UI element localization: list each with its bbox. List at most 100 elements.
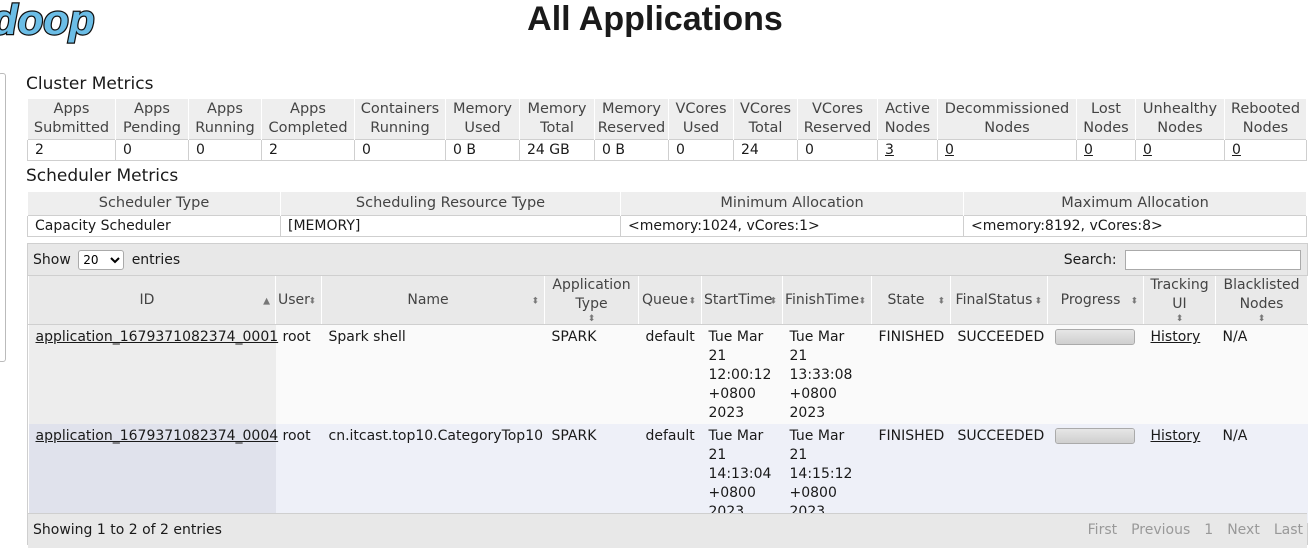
sort-asc-icon: ▲	[263, 296, 270, 307]
cm-link-rebooted-nodes[interactable]: 0	[1232, 142, 1241, 158]
finish-time-line: Tue Mar	[789, 329, 845, 345]
finish-time-line: +0800	[789, 386, 837, 402]
sort-both-icon: ⬍	[1257, 314, 1266, 324]
application-id-link[interactable]: application_1679371082374_0001	[36, 329, 279, 345]
cm-header-memory-reserved: Memory Reserved	[594, 99, 669, 140]
cm-header-apps-submitted: Apps Submitted	[27, 99, 116, 140]
sm-header-minimum-allocation: Minimum Allocation	[620, 192, 964, 216]
sort-both-icon: ⬍	[937, 296, 945, 307]
cm-link-lost-nodes[interactable]: 0	[1084, 142, 1093, 158]
sm-value-maximum-allocation: <memory:8192, vCores:8>	[963, 215, 1307, 237]
col-header-label: UI	[1172, 296, 1187, 312]
col-header-queue[interactable]: Queue ⬍	[638, 276, 702, 325]
finish-time-line: 14:15:12	[789, 466, 853, 482]
cell-tracking-ui: History	[1143, 424, 1216, 523]
progress-fill	[1055, 429, 1134, 443]
col-header-blacklisted-nodes[interactable]: Blacklisted Nodes ⬍	[1215, 276, 1308, 325]
cm-header-line: VCores	[675, 101, 727, 117]
finish-time-line: +0800	[789, 485, 837, 501]
finish-time-line: 21	[789, 447, 808, 463]
finish-time-line: 2023	[789, 405, 826, 421]
col-header-tracking-ui[interactable]: Tracking UI ⬍	[1143, 276, 1216, 325]
cm-link-unhealthy-nodes[interactable]: 0	[1143, 142, 1152, 158]
cm-value-rebooted-nodes[interactable]: 0	[1224, 139, 1307, 161]
cm-header-line: Running	[370, 120, 430, 136]
applications-panel: Show 20 entries Search: ID ▲ User ⬍ Name ⬍ App…	[27, 243, 1308, 548]
cm-value-apps-running: 0	[188, 139, 262, 161]
search-input[interactable]	[1125, 250, 1301, 270]
cm-value-unhealthy-nodes[interactable]: 0	[1135, 139, 1225, 161]
history-link[interactable]: History	[1151, 428, 1201, 444]
cm-header-line: Memory	[602, 101, 661, 117]
cluster-metrics-table: Apps Submitted Apps Pending Apps Running Apps C…	[27, 99, 1307, 161]
col-header-starttime[interactable]: StartTime ⬍	[701, 276, 783, 325]
col-header-user[interactable]: User ⬍	[275, 276, 322, 325]
cm-header-line: Used	[464, 120, 501, 136]
col-header-label: Progress	[1060, 291, 1121, 308]
sort-both-icon: ⬍	[1034, 296, 1042, 307]
cm-header-unhealthy-nodes: Unhealthy Nodes	[1135, 99, 1225, 140]
pager-first[interactable]: First	[1088, 522, 1117, 538]
col-header-progress[interactable]: Progress ⬍	[1047, 276, 1144, 325]
sort-both-icon: ⬍	[1130, 296, 1138, 307]
cm-header-line: Reserved	[597, 120, 666, 136]
table-toolbar: Show 20 entries Search:	[28, 244, 1307, 276]
pager-last[interactable]: Last	[1274, 522, 1303, 538]
scheduler-metrics-title: Scheduler Metrics	[26, 166, 179, 186]
cm-header-memory-total: Memory Total	[519, 99, 595, 140]
start-time-line: 21	[708, 447, 727, 463]
sm-value-scheduler-type: Capacity Scheduler	[27, 215, 281, 237]
page-size-select[interactable]: 20	[78, 250, 125, 270]
col-header-label: FinishTime	[785, 291, 860, 308]
col-header-id[interactable]: ID ▲	[28, 276, 276, 325]
cell-progress	[1047, 324, 1144, 424]
page-title: All Applications	[527, 0, 783, 38]
cm-value-vcores-reserved: 0	[797, 139, 878, 161]
col-header-label: Application	[552, 277, 631, 293]
sort-both-icon: ⬍	[308, 296, 316, 307]
pager-next[interactable]: Next	[1227, 522, 1260, 538]
cm-header-decommissioned-nodes: Decommissioned Nodes	[937, 99, 1077, 140]
sort-both-icon: ⬍	[769, 296, 777, 307]
search-label: Search:	[1063, 252, 1117, 268]
sort-both-icon: ⬍	[587, 314, 596, 324]
application-id-link[interactable]: application_1679371082374_0004	[36, 428, 279, 444]
cm-header-line: Apps	[290, 101, 326, 117]
col-header-finishtime[interactable]: FinishTime ⬍	[782, 276, 872, 325]
col-header-label: Type	[575, 296, 608, 312]
cm-header-apps-running: Apps Running	[188, 99, 262, 140]
show-entries-control: Show 20 entries	[33, 250, 180, 270]
cm-value-decommissioned-nodes[interactable]: 0	[937, 139, 1077, 161]
sm-header-maximum-allocation: Maximum Allocation	[963, 192, 1307, 216]
cm-value-active-nodes[interactable]: 3	[877, 139, 938, 161]
entries-label: entries	[131, 252, 181, 268]
col-header-name[interactable]: Name ⬍	[321, 276, 545, 325]
col-header-application-type[interactable]: Application Type ⬍	[544, 276, 639, 325]
cm-value-apps-pending: 0	[115, 139, 189, 161]
cm-header-line: Apps	[53, 101, 90, 117]
col-header-label: ID	[139, 291, 155, 308]
start-time-line: +0800	[708, 485, 756, 501]
sm-value-minimum-allocation: <memory:1024, vCores:1>	[620, 215, 964, 237]
col-header-state[interactable]: State ⬍	[871, 276, 951, 325]
cell-name: cn.itcast.top10.CategoryTop10	[321, 424, 545, 523]
cm-link-active-nodes[interactable]: 3	[885, 142, 894, 158]
cm-header-line: Apps	[207, 101, 243, 117]
cm-link-decommissioned-nodes[interactable]: 0	[945, 142, 954, 158]
finish-time-line: 13:33:08	[789, 367, 853, 383]
progress-bar	[1054, 428, 1135, 444]
cm-header-line: Lost	[1091, 101, 1121, 117]
cell-type: SPARK	[544, 324, 639, 424]
nav-sidebar-edge[interactable]	[0, 73, 6, 362]
cell-final-status: SUCCEEDED	[950, 324, 1048, 424]
pager-previous[interactable]: Previous	[1131, 522, 1190, 538]
history-link[interactable]: History	[1151, 329, 1201, 345]
cell-id: application_1679371082374_0001	[28, 324, 279, 424]
cm-header-line: Used	[682, 120, 720, 136]
pager-1[interactable]: 1	[1204, 522, 1213, 538]
cm-value-lost-nodes[interactable]: 0	[1076, 139, 1136, 161]
col-header-finalstatus[interactable]: FinalStatus ⬍	[950, 276, 1048, 325]
progress-fill	[1055, 330, 1134, 344]
start-time-line: Tue Mar	[708, 329, 764, 345]
cell-name: Spark shell	[321, 324, 545, 424]
